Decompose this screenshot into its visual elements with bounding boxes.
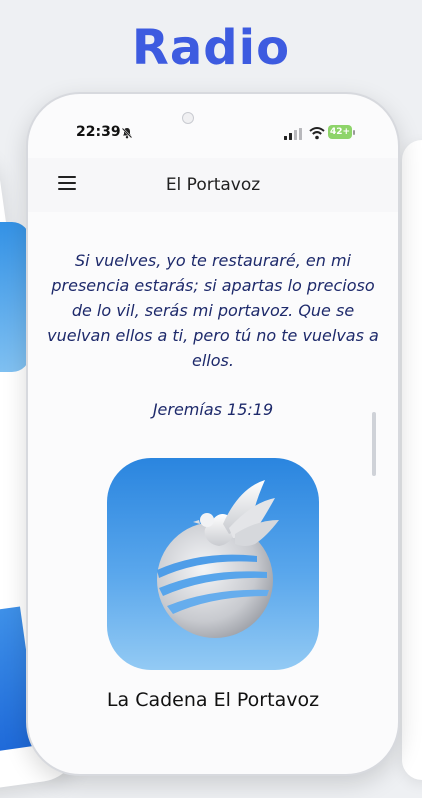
side-button [372, 412, 376, 476]
status-bar: 22:39 42+ [28, 120, 398, 144]
battery-tip [353, 130, 355, 135]
bell-slash-icon [121, 127, 133, 139]
status-time: 22:39 [76, 124, 121, 140]
battery-icon: 42+ [328, 125, 352, 139]
background-phone-right [402, 140, 422, 780]
station-logo[interactable] [107, 458, 319, 670]
wifi-icon [309, 127, 325, 140]
bible-verse: Si vuelves, yo te restauraré, en mi pres… [47, 251, 379, 370]
app-bar: El Portavoz [28, 158, 398, 212]
app-title: El Portavoz [165, 175, 261, 195]
signal-icon [284, 128, 302, 140]
station-name: La Cadena El Portavoz [106, 689, 320, 711]
verse-reference: Jeremías 15:19 [152, 400, 274, 419]
dove-globe-logo [157, 480, 279, 638]
promo-headline: Radio [131, 20, 291, 76]
phone-frame: 22:39 42+ El Portavoz Si vuelves, yo te … [26, 92, 400, 776]
